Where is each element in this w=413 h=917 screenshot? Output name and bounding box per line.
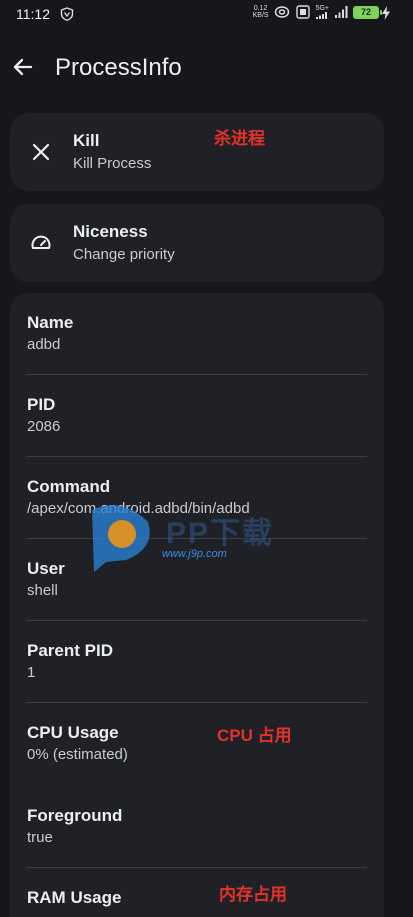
signal-icon [316,12,328,19]
page-title: ProcessInfo [55,54,182,81]
info-label: Parent PID [27,641,113,660]
info-value: shell [27,582,58,599]
info-row-ram-usage: RAM Usage [10,868,384,917]
net-speed: 0.12 KB/S [253,5,269,19]
niceness-title: Niceness [73,222,148,241]
net-speed-unit: KB/S [252,12,269,19]
info-value: 0% (estimated) [27,746,128,763]
kill-title: Kill [73,131,100,150]
status-icons: 0.12 KB/S 5G+ 72 [253,5,382,19]
gauge-icon [31,235,51,249]
niceness-action[interactable]: Niceness Change priority [10,204,384,282]
niceness-subtitle: Change priority [73,246,175,263]
network-type: 5G+ [315,5,329,12]
info-row-foreground: Foreground true [10,786,384,868]
info-label: CPU Usage [27,723,119,742]
signal-bars-icon [335,6,348,18]
kill-subtitle: Kill Process [73,155,152,172]
battery-level: 72 [360,6,371,17]
app-bar: ProcessInfo [0,40,413,96]
watermark-logo [92,505,150,572]
info-value: true [27,829,53,846]
charging-icon [382,6,390,20]
info-row-parent-pid: Parent PID 1 [10,621,384,703]
sim-icon [295,5,310,19]
info-value: 1 [27,664,36,681]
status-bar: 11:12 0.12 KB/S 5G+ 72 [0,0,413,30]
info-label: Foreground [27,806,123,825]
watermark-url: www.j9p.com [162,548,227,560]
info-label: Command [27,477,111,496]
info-row-name: Name adbd [10,293,384,375]
annotation-cpu: CPU 占用 [217,726,292,745]
process-info-card: Name adbd PID 2086 Command /apex/com.and… [10,293,384,917]
battery-icon: 72 [353,5,382,19]
kill-action[interactable]: Kill Kill Process [10,113,384,191]
arrow-back-icon [13,58,33,76]
info-row-pid: PID 2086 [10,375,384,457]
info-label: RAM Usage [27,888,122,907]
status-time: 11:12 [16,6,50,22]
watermark-brand: PP下载 [166,517,275,550]
info-value: 2086 [27,418,61,435]
hotspot-icon [274,6,289,18]
close-icon [32,143,50,161]
info-value: adbd [27,336,61,353]
shield-icon [60,7,74,21]
net-speed-value: 0.12 [253,5,268,12]
annotation-ram: 内存占用 [219,885,287,904]
info-label: Name [27,313,74,332]
info-row-cpu-usage: CPU Usage 0% (estimated) [10,703,384,785]
info-label: PID [27,395,56,414]
network-indicator: 5G+ [316,5,329,19]
back-button[interactable] [10,54,36,80]
annotation-kill: 杀进程 [214,129,265,148]
info-label: User [27,559,65,578]
